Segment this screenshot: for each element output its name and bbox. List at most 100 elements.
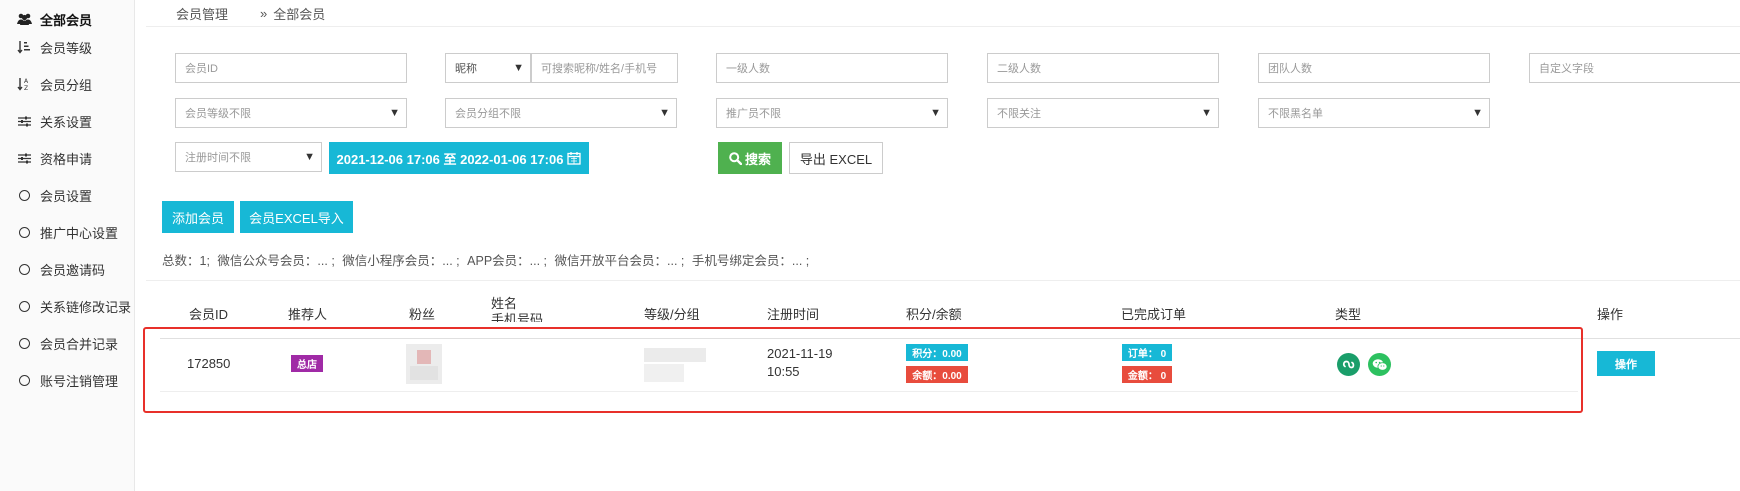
export-excel-button[interactable]: 导出 EXCEL [789, 142, 883, 174]
highlight-frame [143, 327, 1583, 413]
follow-value: 不限关注 [997, 108, 1041, 120]
th-register-time: 注册时间 [767, 307, 820, 322]
date-range-value: 2021-12-06 17:06 至 2022-01-06 17:06 [336, 151, 564, 167]
th-member-id: 会员ID [189, 307, 229, 322]
export-button-label: 导出 EXCEL [799, 151, 873, 167]
sidebar-item-merge-log[interactable]: 会员合并记录 [0, 324, 134, 362]
sidebar-item-label: 账号注销管理 [40, 373, 119, 389]
add-member-label: 添加会员 [171, 210, 224, 226]
chevron-down-icon: ▼ [513, 62, 524, 74]
breadcrumb-parent[interactable]: 会员管理 [176, 4, 228, 23]
member-stats: 总数：1; 微信公众号会员：... ; 微信小程序会员：... ; APP会员：… [162, 250, 813, 269]
th-orders: 已完成订单 [1121, 307, 1187, 322]
calendar-icon [567, 151, 582, 165]
add-member-button[interactable]: 添加会员 [162, 201, 234, 233]
users-icon [16, 13, 32, 25]
member-level-value: 会员等级不限 [185, 108, 251, 120]
stats-phone-bound: 手机号绑定会员：... ; [691, 254, 810, 268]
custom-field-input[interactable]: 自定义字段 [1529, 53, 1740, 83]
th-phone: 手机号码 [491, 312, 544, 322]
sidebar-item-label: 会员邀请码 [40, 262, 106, 278]
chevron-down-icon: ▼ [659, 107, 670, 119]
date-range-picker[interactable]: 2021-12-06 17:06 至 2022-01-06 17:06 [329, 142, 589, 174]
section-divider [146, 280, 1740, 281]
sidebar-item-promo-center[interactable]: 推广中心设置 [0, 213, 134, 251]
nickname-select-value: 昵称 [455, 63, 477, 75]
breadcrumb-divider [146, 26, 1740, 27]
import-excel-button[interactable]: 会员EXCEL导入 [240, 201, 353, 233]
circle-icon [16, 226, 32, 238]
circle-icon [16, 189, 32, 201]
sidebar-item-relation-settings[interactable]: 关系设置 [0, 102, 134, 140]
breadcrumb-separator: » [260, 5, 268, 21]
chevron-down-icon: ▼ [304, 151, 315, 163]
custom-placeholder: 自定义字段 [1539, 63, 1594, 75]
th-operation: 操作 [1597, 307, 1624, 322]
chevron-down-icon: ▼ [1472, 107, 1483, 119]
search-icon [729, 151, 742, 165]
level2-count-input[interactable]: 二级人数 [987, 53, 1219, 83]
level2-placeholder: 二级人数 [997, 63, 1041, 75]
level1-count-input[interactable]: 一级人数 [716, 53, 948, 83]
sidebar-item-member-settings[interactable]: 会员设置 [0, 176, 134, 214]
sidebar-item-member-group[interactable]: AZ 会员分组 [0, 65, 134, 103]
sidebar-item-label: 会员设置 [40, 188, 93, 204]
register-time-select[interactable]: 注册时间不限 ▼ [175, 142, 322, 172]
member-id-placeholder: 会员ID [185, 63, 218, 75]
sort-alpha-icon: AZ [16, 77, 32, 91]
operation-button-label: 操作 [1615, 358, 1637, 371]
import-excel-label: 会员EXCEL导入 [249, 210, 344, 226]
th-level-group: 等级/分组 [644, 307, 700, 322]
svg-text:Z: Z [24, 85, 28, 91]
chevron-down-icon: ▼ [1201, 107, 1212, 119]
sort-list-icon [16, 40, 32, 54]
th-name: 姓名 [491, 296, 518, 311]
team-placeholder: 团队人数 [1268, 63, 1312, 75]
sidebar-item-invite-code[interactable]: 会员邀请码 [0, 250, 134, 288]
breadcrumb: 会员管理 » 全部会员 [176, 0, 325, 26]
member-id-input[interactable]: 会员ID [175, 53, 407, 83]
th-points-balance: 积分/余额 [906, 307, 962, 322]
member-level-select[interactable]: 会员等级不限 ▼ [175, 98, 407, 128]
chevron-down-icon: ▼ [389, 107, 400, 119]
sidebar-item-label: 推广中心设置 [40, 225, 119, 241]
sidebar-item-qualification[interactable]: 资格申请 [0, 139, 134, 177]
chevron-down-icon: ▼ [930, 107, 941, 119]
search-button-label: 搜索 [744, 151, 771, 167]
sidebar-item-label: 全部会员 [40, 12, 93, 28]
nickname-select[interactable]: 昵称 ▼ [445, 53, 531, 83]
sidebar-item-member-level[interactable]: 会员等级 [0, 28, 134, 66]
stats-wechat-official: 微信公众号会员：... ; [217, 254, 335, 268]
sliders-icon [16, 116, 32, 127]
circle-icon [16, 374, 32, 386]
promoter-select[interactable]: 推广员不限 ▼ [716, 98, 948, 128]
team-count-input[interactable]: 团队人数 [1258, 53, 1490, 83]
promoter-value: 推广员不限 [726, 108, 781, 120]
circle-icon [16, 263, 32, 275]
sidebar-item-label: 关系链修改记录 [40, 299, 132, 315]
search-placeholder: 可搜索昵称/姓名/手机号 [541, 63, 658, 75]
sidebar-item-label: 资格申请 [40, 151, 93, 167]
breadcrumb-current: 全部会员 [273, 6, 326, 22]
sliders-icon [16, 153, 32, 164]
stats-wechat-open: 微信开放平台会员：... ; [554, 254, 685, 268]
sidebar-item-label: 关系设置 [40, 114, 93, 130]
sidebar-item-account-cancel[interactable]: 账号注销管理 [0, 361, 134, 399]
member-group-select[interactable]: 会员分组不限 ▼ [445, 98, 677, 128]
operation-button[interactable]: 操作 [1597, 351, 1655, 376]
blacklist-select[interactable]: 不限黑名单 ▼ [1258, 98, 1490, 128]
svg-text:A: A [24, 78, 29, 85]
circle-icon [16, 337, 32, 349]
stats-app: APP会员：... ; [467, 254, 548, 268]
member-group-value: 会员分组不限 [455, 108, 521, 120]
search-button[interactable]: 搜索 [718, 142, 782, 174]
stats-wechat-mini: 微信小程序会员：... ; [342, 254, 460, 268]
th-referrer: 推荐人 [288, 307, 328, 322]
blacklist-value: 不限黑名单 [1268, 108, 1323, 120]
search-input[interactable]: 可搜索昵称/姓名/手机号 [531, 53, 678, 83]
level1-placeholder: 一级人数 [726, 63, 770, 75]
follow-select[interactable]: 不限关注 ▼ [987, 98, 1219, 128]
sidebar-item-relation-log[interactable]: 关系链修改记录 [0, 287, 134, 325]
register-time-value: 注册时间不限 [185, 152, 251, 164]
sidebar: 全部会员 会员等级 AZ 会员分组 关系设置 资格申请 会员设置 推广中心设置 … [0, 0, 135, 491]
